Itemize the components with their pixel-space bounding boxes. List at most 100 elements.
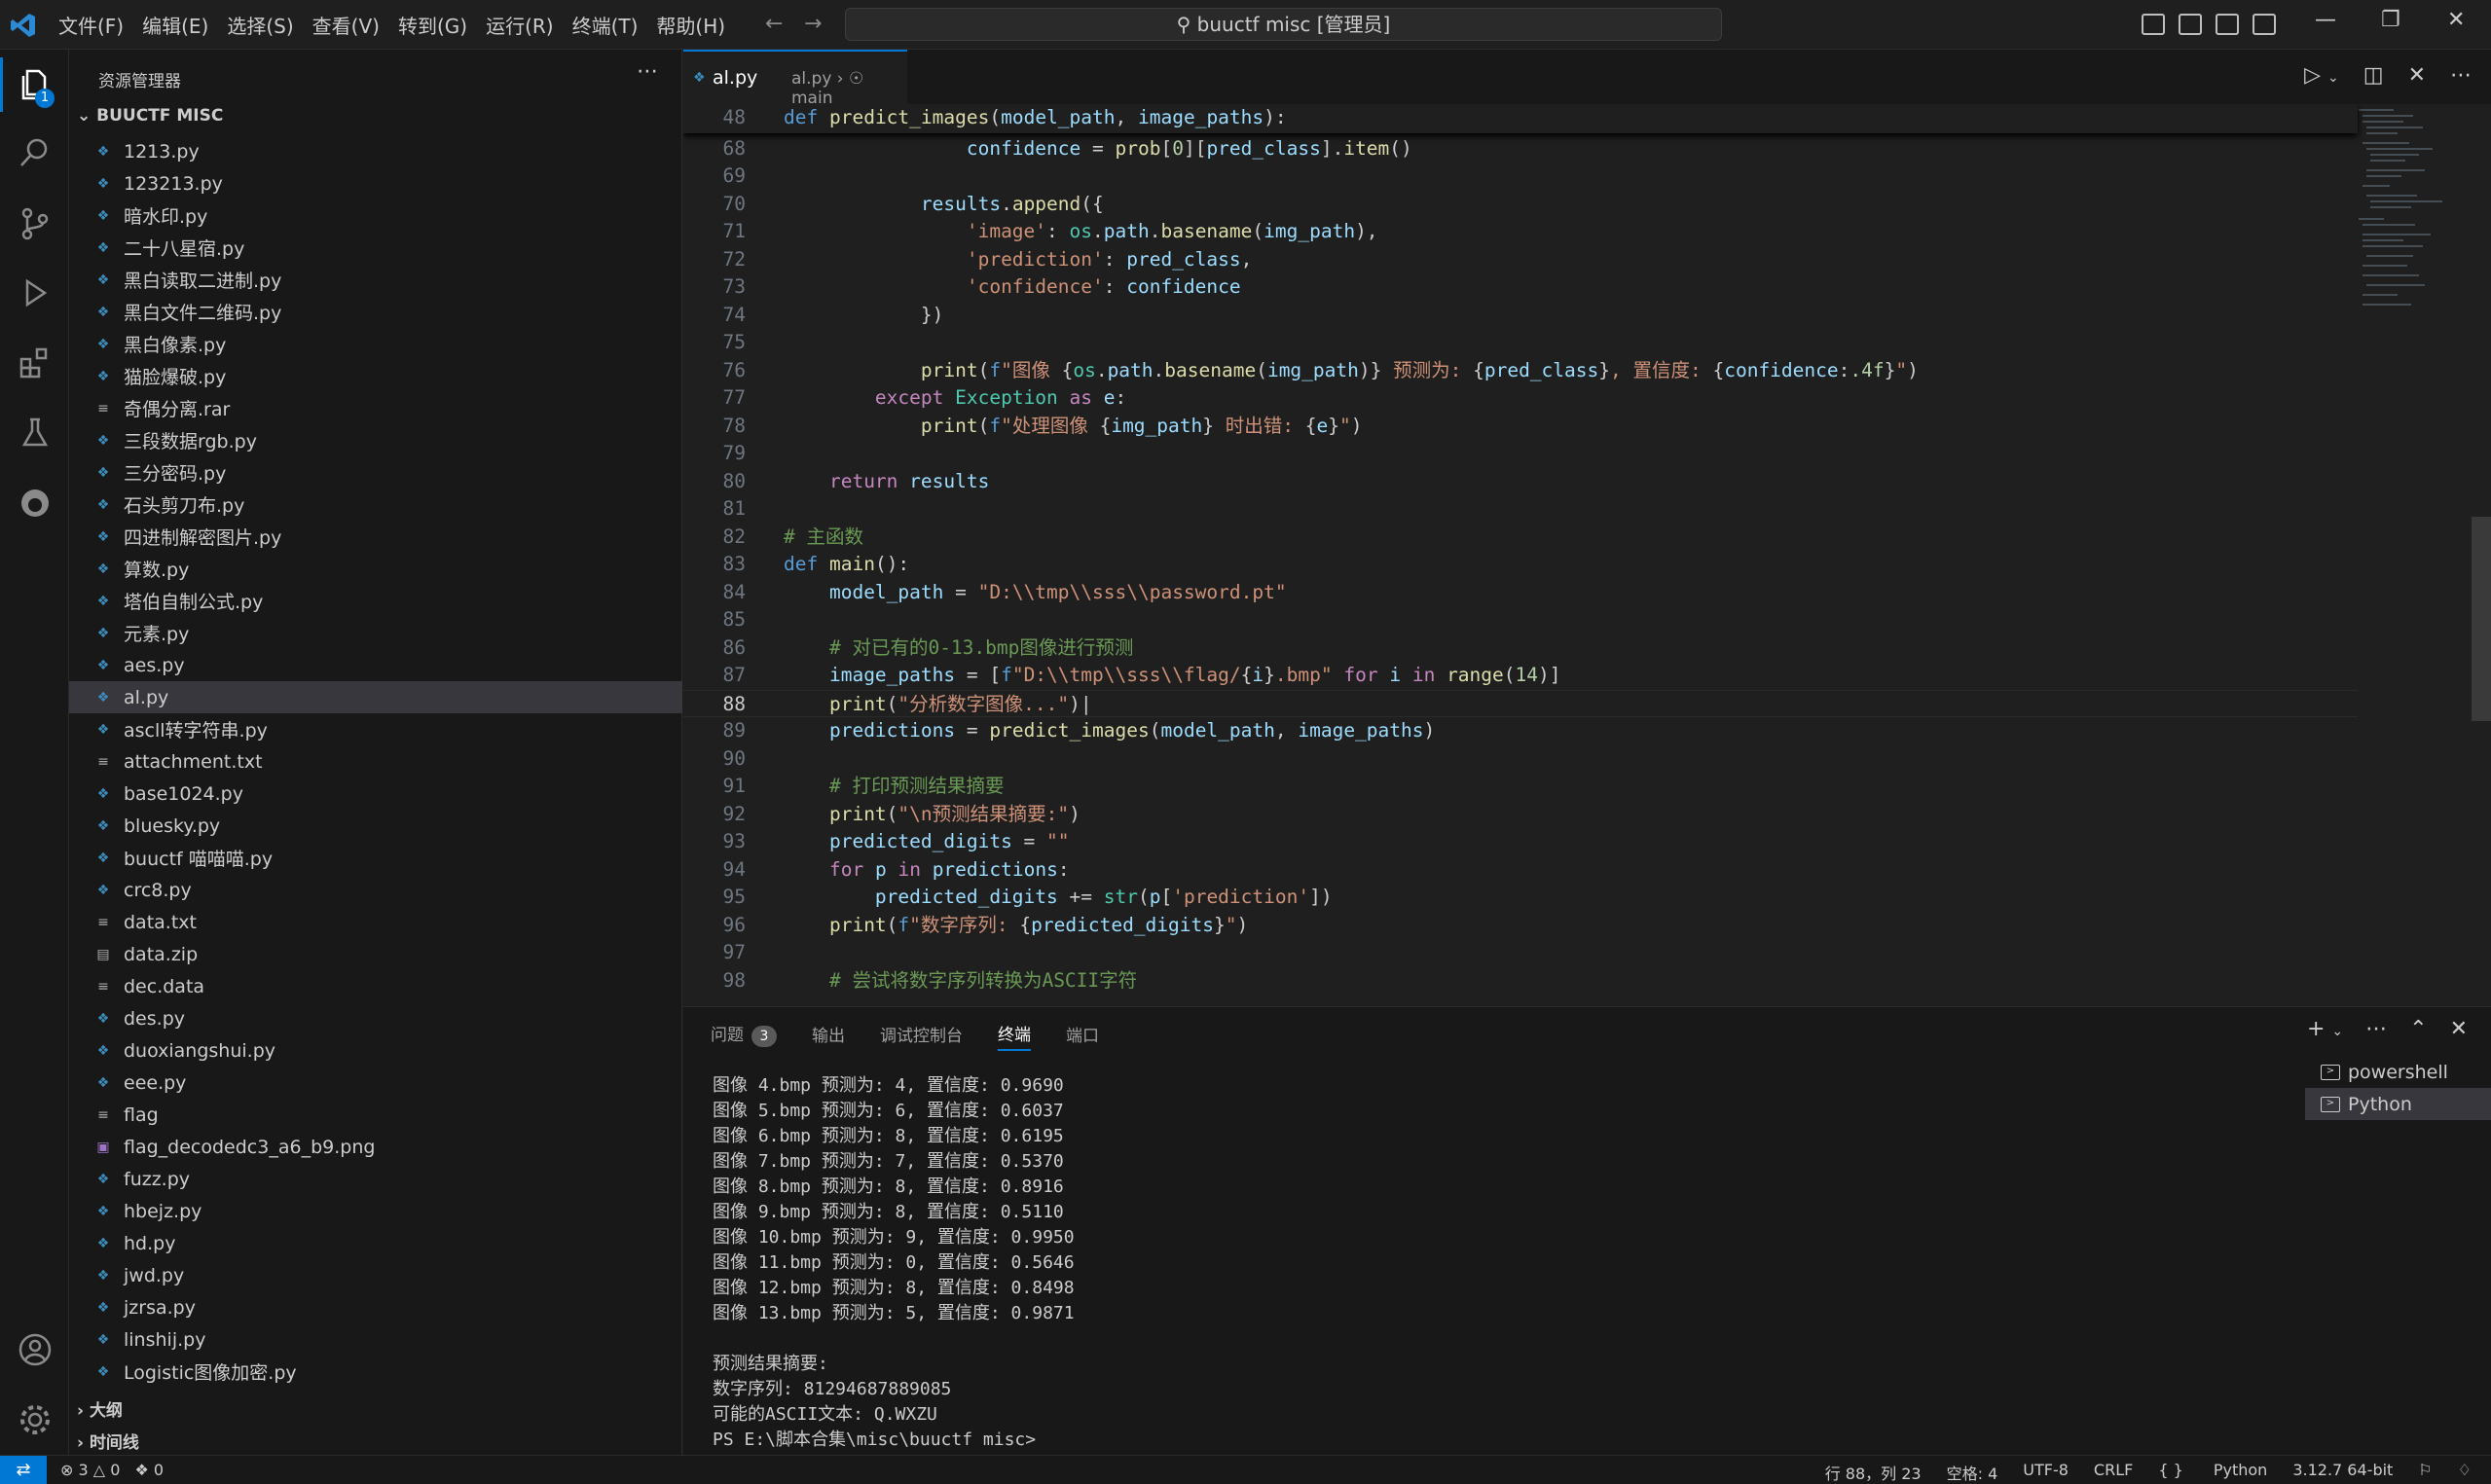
file-item[interactable]: ▤ data.zip [69,938,682,970]
language-mode[interactable]: { } Python [2158,1461,2267,1484]
split-editor-icon[interactable]: ◫ [2363,63,2384,88]
file-item[interactable]: ≡ dec.data [69,970,682,1002]
file-item[interactable]: ❖ 塔伯自制公式.py [69,585,682,617]
file-item[interactable]: ≡ 奇偶分离.rar [69,392,682,424]
file-item[interactable]: ❖ buuctf 喵喵喵.py [69,842,682,874]
tab-debug-console[interactable]: 调试控制台 [880,1022,963,1050]
extensions-icon[interactable] [18,345,53,380]
file-item[interactable]: ❖ ascll转字符串.py [69,713,682,745]
file-item[interactable]: ❖ fuzz.py [69,1163,682,1195]
file-item[interactable]: ❖ bluesky.py [69,810,682,842]
new-terminal-icon[interactable]: + [2307,1017,2325,1041]
menu-file[interactable]: 文件(F) [58,11,124,39]
close-editor-icon[interactable]: ✕ [2408,63,2426,88]
maximize-panel-icon[interactable]: ⌃ [2409,1017,2427,1041]
close-window-icon[interactable]: ✕ [2447,8,2465,32]
back-arrow-icon[interactable]: ← [765,12,783,36]
command-center[interactable]: ⚲ buuctf misc [管理员] [845,8,1722,41]
minimize-icon[interactable]: — [2315,8,2336,32]
file-item[interactable]: ❖ 暗水印.py [69,199,682,232]
breadcrumb[interactable]: al.py › ☉ main [791,69,907,108]
file-item[interactable]: ❖ linshij.py [69,1323,682,1356]
file-item[interactable]: ≡ attachment.txt [69,745,682,778]
file-item[interactable]: ❖ 黑白像素.py [69,328,682,360]
menu-selection[interactable]: 选择(S) [227,11,293,39]
terminal-item-powershell[interactable]: > powershell [2305,1056,2491,1088]
file-item[interactable]: ❖ 黑白读取二进制.py [69,264,682,296]
file-item[interactable]: ❖ crc8.py [69,874,682,906]
file-item[interactable]: ❖ jwd.py [69,1259,682,1291]
file-item[interactable]: ❖ 黑白文件二维码.py [69,296,682,328]
more-actions-icon[interactable]: ⋯ [2365,1017,2387,1041]
toggle-primary-sidebar-icon[interactable] [2142,14,2165,35]
restore-icon[interactable]: ❐ [2381,8,2400,32]
file-item[interactable]: ❖ 四进制解密图片.py [69,521,682,553]
outline-section[interactable]: › 大纲 [77,1396,123,1421]
file-item[interactable]: ❖ 1213.py [69,135,682,167]
file-item[interactable]: ❖ aes.py [69,649,682,681]
tab-ports[interactable]: 端口 [1066,1022,1099,1050]
toggle-panel-icon[interactable] [2179,14,2202,35]
customize-layout-icon[interactable] [2253,14,2276,35]
file-item[interactable]: ❖ Logistic图像加密.py [69,1356,682,1388]
encoding[interactable]: UTF-8 [2023,1461,2069,1484]
file-item[interactable]: ❖ jzrsa.py [69,1291,682,1323]
problems-status[interactable]: ⊗ 3 △ 0 ❖ 0 [60,1461,164,1479]
file-item[interactable]: ❖ hbejz.py [69,1195,682,1227]
file-item[interactable]: ❖ duoxiangshui.py [69,1034,682,1067]
chevron-down-icon[interactable]: ⌄ [2331,1024,2343,1039]
file-item[interactable]: ❖ 二十八星宿.py [69,232,682,264]
menu-view[interactable]: 查看(V) [312,11,380,39]
testing-icon[interactable] [18,416,53,451]
file-item[interactable]: ❖ al.py [69,681,682,713]
terminal-item-python[interactable]: > Python [2305,1088,2491,1120]
tab-problems[interactable]: 问题 3 [711,1021,777,1051]
code-editor[interactable]: 48 def predict_images(model_path, image_p… [683,104,2491,1006]
more-actions-icon[interactable]: ⋯ [2450,63,2472,88]
run-debug-icon[interactable] [18,275,53,310]
menu-edit[interactable]: 编辑(E) [142,11,208,39]
editor-scrollbar[interactable] [2472,517,2491,721]
file-item[interactable]: ❖ 元素.py [69,617,682,649]
tab-al-py[interactable]: ❖ al.py al.py › ☉ main [683,50,907,108]
source-control-icon[interactable] [18,205,53,240]
tab-terminal[interactable]: 终端 [998,1021,1031,1051]
menu-help[interactable]: 帮助(H) [656,11,725,39]
file-item[interactable]: ❖ 123213.py [69,167,682,199]
file-item[interactable]: ❖ hd.py [69,1227,682,1259]
more-actions-icon[interactable]: ⋯ [637,59,658,84]
menu-run[interactable]: 运行(R) [486,11,554,39]
remote-explorer-icon[interactable] [18,486,53,521]
chevron-down-icon[interactable]: ⌄ [2327,70,2339,86]
menu-go[interactable]: 转到(G) [398,11,467,39]
accounts-icon[interactable] [18,1332,53,1367]
end-of-line[interactable]: CRLF [2094,1461,2133,1484]
workspace-section-header[interactable]: ⌄ BUUCTF MISC [77,106,223,126]
close-panel-icon[interactable]: ✕ [2450,1017,2468,1041]
file-item[interactable]: ❖ eee.py [69,1067,682,1099]
search-icon[interactable] [18,135,53,170]
feedback-icon[interactable]: ⚐ [2418,1461,2432,1484]
toggle-secondary-sidebar-icon[interactable] [2216,14,2239,35]
file-item[interactable]: ❖ des.py [69,1002,682,1034]
python-interpreter[interactable]: 3.12.7 64-bit [2292,1461,2393,1484]
file-item[interactable]: ▣ flag_decodedc3_a6_b9.png [69,1131,682,1163]
file-item[interactable]: ❖ 石头剪刀布.py [69,489,682,521]
file-item[interactable]: ❖ 三分密码.py [69,456,682,489]
timeline-section[interactable]: › 时间线 [77,1429,139,1453]
gear-icon[interactable] [18,1402,53,1437]
bell-icon[interactable]: ♢ [2458,1461,2472,1484]
minimap[interactable] [2355,104,2462,328]
terminal-output[interactable]: 图像 4.bmp 预测为: 4, 置信度: 0.9690 图像 5.bmp 预测为… [713,1073,1978,1453]
cursor-position[interactable]: 行 88，列 23 [1825,1461,1922,1484]
file-item[interactable]: ❖ 猫脸爆破.py [69,360,682,392]
file-item[interactable]: ❖ 三段数据rgb.py [69,424,682,456]
run-file-icon[interactable]: ▷ [2304,63,2321,88]
tab-output[interactable]: 输出 [812,1022,845,1050]
file-item[interactable]: ❖ 算数.py [69,553,682,585]
file-item[interactable]: ❖ base1024.py [69,778,682,810]
remote-indicator-icon[interactable]: ⇄ [0,1456,47,1484]
file-item[interactable]: ≡ flag [69,1099,682,1131]
indentation[interactable]: 空格: 4 [1947,1461,1998,1484]
forward-arrow-icon[interactable]: → [804,12,822,36]
